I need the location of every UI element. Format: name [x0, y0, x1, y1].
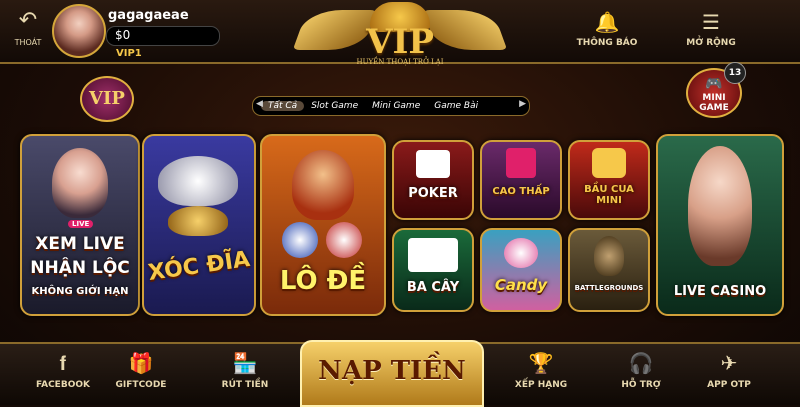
app-otp-label: APP OTP: [707, 380, 751, 390]
xoc-dia-title: XÓC ĐĨA: [146, 246, 252, 287]
deposit-button[interactable]: NẠP TIỀN: [300, 340, 484, 407]
lottery-ball-8: [326, 222, 362, 258]
candy-title: Candy: [494, 276, 548, 294]
notification-label: THÔNG BÁO: [576, 38, 638, 48]
trophy-icon: 🏆: [528, 351, 554, 375]
live-host-image: [52, 148, 108, 218]
tabs-prev-icon[interactable]: ◀: [256, 99, 263, 109]
cao-thap-cards-image: [506, 148, 536, 178]
pubg-title: BATTLEGROUNDS: [574, 284, 644, 292]
facebook-label: FACEBOOK: [36, 380, 90, 390]
ba-cay-cards-image: [408, 238, 458, 272]
back-arrow-icon: ↶: [18, 8, 38, 33]
game-card-lo-de[interactable]: LÔ ĐỀ: [260, 134, 386, 316]
headset-icon: 🎧: [628, 351, 654, 375]
facebook-icon: 𝐟: [59, 351, 67, 375]
expand-button[interactable]: ☰ MỞ RỘNG: [676, 10, 746, 48]
exit-label: THOÁT: [14, 38, 42, 47]
logo-text: VIP: [366, 22, 434, 62]
ranking-button[interactable]: 🏆 XẾP HẠNG: [508, 350, 574, 390]
paper-plane-icon: ✈: [720, 351, 738, 375]
username: gagagaeae: [108, 8, 189, 23]
balance-value: $0: [115, 28, 131, 42]
logo-tagline: HUYỀN THOẠI TRỞ LẠI: [356, 58, 444, 66]
game-card-pubg[interactable]: BATTLEGROUNDS: [568, 228, 650, 312]
expand-label: MỞ RỘNG: [686, 38, 736, 48]
game-card-poker[interactable]: POKER: [392, 140, 474, 220]
god-of-wealth-image: [292, 150, 354, 220]
ba-cay-title: BA CÂY: [406, 280, 460, 295]
gift-icon: 🎁: [128, 351, 154, 375]
live-badge: LIVE: [68, 220, 94, 228]
vip-badge[interactable]: VIP: [80, 76, 134, 122]
store-icon: 🏪: [232, 351, 258, 375]
mini-game-count: 13: [724, 62, 746, 84]
giftcode-button[interactable]: 🎁 GIFTCODE: [108, 350, 174, 390]
candy-image: [504, 238, 538, 268]
mini-game-button[interactable]: 🎮 MINI GAME 13: [686, 62, 746, 118]
category-tabs: ◀ Tất Cả Slot Game Mini Game Game Bài ▶: [252, 96, 530, 116]
facebook-button[interactable]: 𝐟 FACEBOOK: [30, 350, 96, 390]
tab-all[interactable]: Tất Cả: [261, 101, 305, 111]
tab-slot-game[interactable]: Slot Game: [304, 101, 365, 111]
withdraw-label: RÚT TIỀN: [221, 380, 269, 390]
live-subtitle: KHÔNG GIỚI HẠN: [31, 286, 129, 297]
support-label: HỖ TRỢ: [621, 380, 661, 390]
live-casino-title: LIVE CASINO: [673, 284, 767, 299]
tab-mini-game[interactable]: Mini Game: [365, 101, 427, 111]
cao-thap-title: CAO THẤP: [492, 186, 550, 197]
dealer-image: [688, 146, 752, 266]
vip-level: VIP1: [116, 48, 142, 59]
lottery-ball-9: [282, 222, 318, 258]
menu-icon: ☰: [702, 10, 720, 34]
game-card-candy[interactable]: Candy: [480, 228, 562, 312]
dice-image: [592, 148, 626, 178]
ranking-label: XẾP HẠNG: [514, 380, 568, 390]
bau-cua-title: BẦU CUA MINI: [584, 184, 634, 206]
bowl-image: [158, 156, 238, 206]
balance-box: $0: [106, 26, 220, 46]
tabs-next-icon[interactable]: ▶: [519, 99, 526, 109]
game-card-live[interactable]: LIVE XEM LIVE NHẬN LỘC KHÔNG GIỚI HẠN: [20, 134, 140, 316]
bell-icon: 🔔: [594, 10, 620, 34]
tab-game-bai[interactable]: Game Bài: [427, 101, 485, 111]
game-card-ba-cay[interactable]: BA CÂY: [392, 228, 474, 312]
game-card-xoc-dia[interactable]: XÓC ĐĨA: [142, 134, 256, 316]
logo: VIP HUYỀN THOẠI TRỞ LẠI: [290, 0, 510, 70]
deposit-label: NẠP TIỀN: [318, 356, 466, 386]
mini-game-label-2: GAME: [699, 103, 729, 113]
lo-de-title: LÔ ĐỀ: [279, 266, 367, 296]
avatar[interactable]: [52, 4, 106, 58]
mini-game-label-1: MINI: [702, 93, 726, 103]
plate-image: [168, 206, 228, 236]
live-title-1: XEM LIVE: [35, 234, 125, 254]
soldier-image: [594, 236, 624, 276]
notification-button[interactable]: 🔔 THÔNG BÁO: [572, 10, 642, 48]
withdraw-button[interactable]: 🏪 RÚT TIỀN: [212, 350, 278, 390]
live-title-2: NHẬN LỘC: [30, 258, 130, 278]
exit-button[interactable]: ↶ THOÁT: [8, 8, 48, 48]
game-card-live-casino[interactable]: LIVE CASINO: [656, 134, 784, 316]
cards-image: [416, 150, 450, 178]
app-otp-button[interactable]: ✈ APP OTP: [696, 350, 762, 390]
game-card-cao-thap[interactable]: CAO THẤP: [480, 140, 562, 220]
game-card-bau-cua[interactable]: BẦU CUA MINI: [568, 140, 650, 220]
giftcode-label: GIFTCODE: [115, 380, 167, 390]
support-button[interactable]: 🎧 HỖ TRỢ: [608, 350, 674, 390]
poker-title: POKER: [408, 186, 458, 201]
